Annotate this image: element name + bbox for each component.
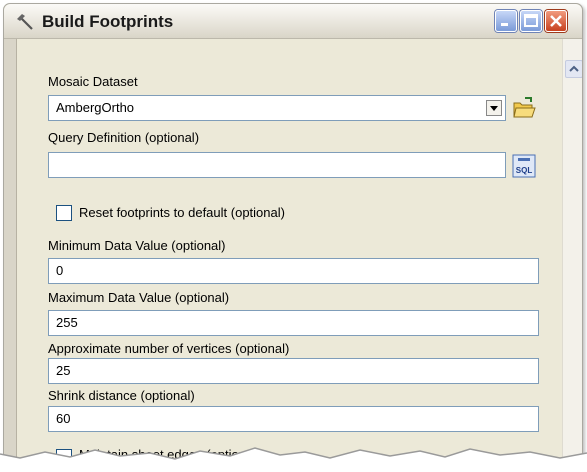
- sql-icon: SQL: [512, 154, 536, 178]
- shrink-distance-input[interactable]: 60: [48, 406, 539, 432]
- maximize-icon: [524, 14, 538, 27]
- close-icon: [550, 15, 562, 27]
- scroll-up-button[interactable]: [565, 60, 582, 78]
- query-definition-label: Query Definition (optional): [48, 130, 200, 145]
- max-data-value-label: Maximum Data Value (optional): [48, 290, 230, 305]
- maximize-button[interactable]: [520, 10, 542, 32]
- torn-edge: [0, 447, 587, 472]
- build-footprints-window: Build Footprints Mosaic Dataset AmbergOr…: [3, 3, 583, 471]
- mosaic-dataset-value: AmbergOrtho: [56, 100, 135, 115]
- chevron-up-icon: [569, 65, 579, 72]
- dropdown-arrow-button[interactable]: [486, 100, 502, 116]
- max-data-value-input[interactable]: 255: [48, 310, 539, 336]
- approx-vertices-input[interactable]: 25: [48, 358, 539, 384]
- minimize-icon: [501, 23, 508, 26]
- open-folder-icon: [513, 97, 536, 118]
- reset-footprints-label: Reset footprints to default (optional): [79, 205, 285, 220]
- title-bar[interactable]: Build Footprints: [4, 4, 582, 39]
- vertical-scrollbar[interactable]: [562, 39, 582, 470]
- min-data-value-input[interactable]: 0: [48, 258, 539, 284]
- browse-folder-button[interactable]: [511, 95, 537, 121]
- chevron-down-icon: [490, 106, 498, 111]
- approx-vertices-label: Approximate number of vertices (optional…: [48, 341, 290, 356]
- mosaic-dataset-label: Mosaic Dataset: [48, 74, 138, 89]
- close-button[interactable]: [545, 10, 567, 32]
- sql-button[interactable]: SQL: [511, 153, 537, 179]
- min-data-value-label: Minimum Data Value (optional): [48, 238, 226, 253]
- query-definition-input[interactable]: [48, 152, 506, 178]
- minimize-button[interactable]: [495, 10, 517, 32]
- left-frame: [4, 39, 17, 470]
- window-title: Build Footprints: [42, 12, 174, 31]
- reset-footprints-checkbox[interactable]: [56, 205, 72, 221]
- mosaic-dataset-dropdown[interactable]: AmbergOrtho: [48, 95, 506, 121]
- svg-text:SQL: SQL: [516, 166, 533, 175]
- form-panel: Mosaic Dataset AmbergOrtho Query Definit…: [17, 39, 562, 470]
- shrink-distance-label: Shrink distance (optional): [48, 388, 195, 403]
- hammer-icon: [17, 14, 33, 30]
